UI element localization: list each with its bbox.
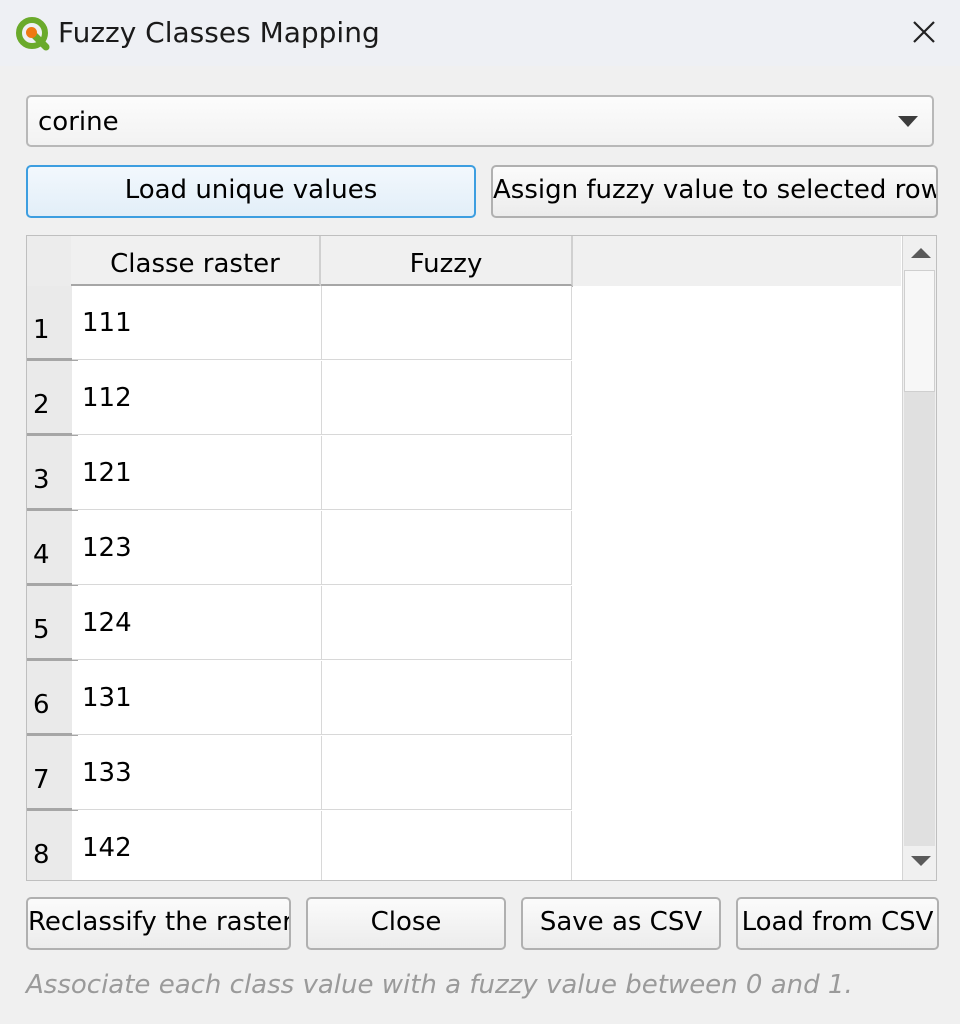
cell-fuzzy[interactable] [322, 511, 572, 585]
cell-classe-raster[interactable]: 123 [72, 511, 322, 585]
cell-fuzzy[interactable] [322, 361, 572, 435]
cell-classe-raster[interactable]: 142 [72, 811, 322, 880]
header-empty-area [573, 236, 901, 286]
load-from-csv-button[interactable]: Load from CSV [736, 897, 939, 950]
dialog-window: Fuzzy Classes Mapping corine Load unique… [0, 0, 960, 1024]
cell-classe-raster[interactable]: 131 [72, 661, 322, 735]
row-header[interactable]: 2 [27, 361, 78, 436]
layer-select-value: corine [38, 107, 119, 137]
cell-fuzzy[interactable] [322, 736, 572, 810]
row-header[interactable]: 6 [27, 661, 78, 736]
title-bar: Fuzzy Classes Mapping [0, 0, 960, 66]
layer-select[interactable]: corine [26, 95, 934, 147]
cell-fuzzy[interactable] [322, 661, 572, 735]
row-header[interactable]: 4 [27, 511, 78, 586]
chevron-down-icon[interactable] [898, 116, 918, 127]
row-header[interactable]: 1 [27, 286, 78, 361]
qgis-logo-icon [16, 17, 50, 51]
column-header-classe-raster[interactable]: Classe raster [71, 236, 321, 287]
cell-classe-raster[interactable]: 111 [72, 286, 322, 360]
scrollbar-handle[interactable] [904, 270, 935, 392]
row-header[interactable]: 5 [27, 586, 78, 661]
cell-classe-raster[interactable]: 133 [72, 736, 322, 810]
window-title: Fuzzy Classes Mapping [58, 16, 380, 49]
cell-fuzzy[interactable] [322, 811, 572, 880]
load-unique-values-button[interactable]: Load unique values [26, 165, 476, 218]
hint-text: Associate each class value with a fuzzy … [26, 970, 853, 1000]
vertical-scrollbar[interactable] [902, 236, 936, 880]
scroll-up-arrow-icon[interactable] [911, 248, 931, 258]
row-header[interactable]: 8 [27, 811, 78, 880]
scrollbar-track[interactable] [904, 392, 935, 846]
scroll-down-arrow-icon[interactable] [911, 856, 931, 866]
row-header[interactable]: 3 [27, 436, 78, 511]
close-icon[interactable] [904, 14, 944, 50]
fuzzy-table[interactable]: Classe raster Fuzzy 1 111 2 112 3 121 4 … [26, 235, 937, 881]
save-as-csv-button[interactable]: Save as CSV [521, 897, 721, 950]
cell-classe-raster[interactable]: 124 [72, 586, 322, 660]
cell-classe-raster[interactable]: 112 [72, 361, 322, 435]
column-header-fuzzy[interactable]: Fuzzy [321, 236, 573, 287]
cell-fuzzy[interactable] [322, 586, 572, 660]
row-header[interactable]: 7 [27, 736, 78, 811]
cell-fuzzy[interactable] [322, 286, 572, 360]
table-corner[interactable] [27, 236, 71, 286]
assign-fuzzy-value-button[interactable]: Assign fuzzy value to selected rows [491, 165, 938, 218]
reclassify-raster-button[interactable]: Reclassify the raster [26, 897, 291, 950]
close-button[interactable]: Close [306, 897, 506, 950]
cell-fuzzy[interactable] [322, 436, 572, 510]
cell-classe-raster[interactable]: 121 [72, 436, 322, 510]
